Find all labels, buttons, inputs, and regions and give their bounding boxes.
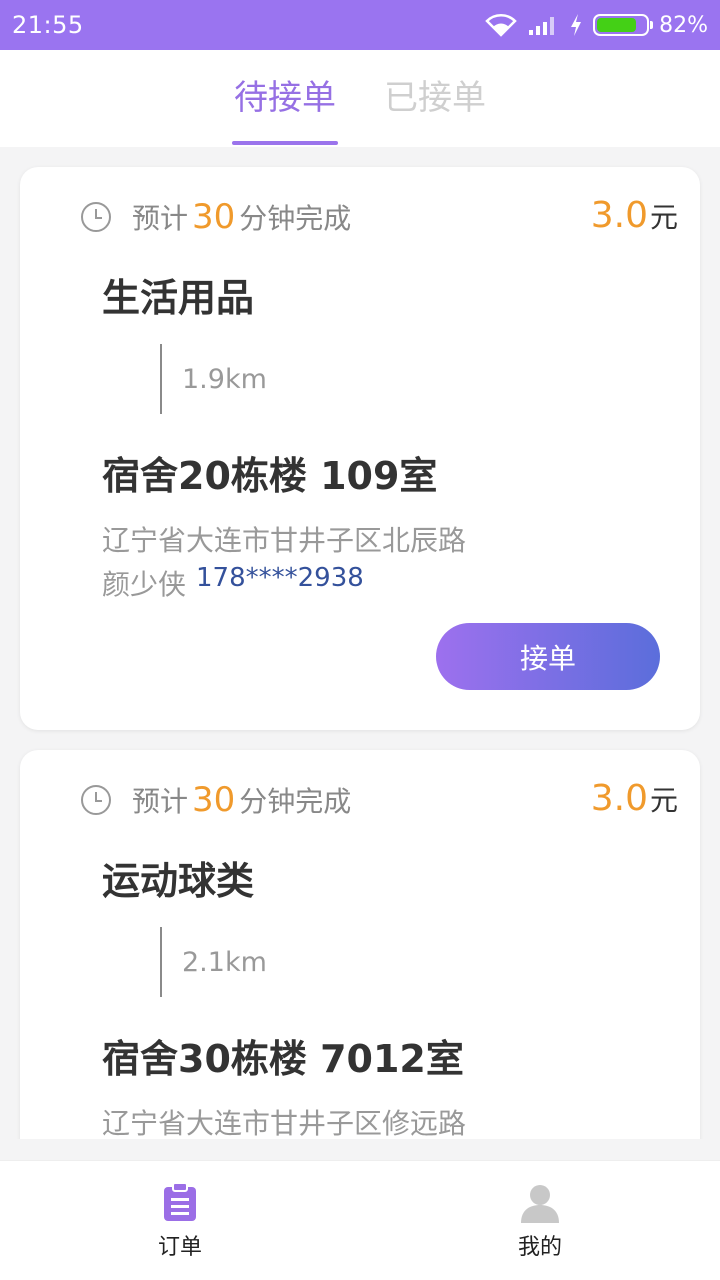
order-list[interactable]: 预计 30 分钟完成 3.0 元 生活用品 1.9km 宿舍20栋楼 109室 … <box>0 147 720 1139</box>
order-address: 辽宁省大连市甘井子区修远路 <box>102 1107 467 1139</box>
status-time: 21:55 <box>12 11 84 39</box>
status-icons: 82% <box>485 13 708 38</box>
order-tabs: 待接单 已接单 <box>0 50 720 147</box>
wifi-icon <box>485 14 517 37</box>
distance-value: 1.9km <box>182 363 267 395</box>
price-amount: 3.0 <box>590 778 648 819</box>
tab-accepted[interactable]: 已接单 <box>382 50 488 147</box>
order-title: 运动球类 <box>102 859 255 903</box>
order-destination: 宿舍30栋楼 7012室 <box>102 1037 464 1081</box>
contact-name: 颜少侠 <box>102 568 187 601</box>
battery-fill <box>597 18 637 32</box>
order-address: 辽宁省大连市甘井子区北辰路 <box>102 524 467 557</box>
price-unit: 元 <box>649 784 678 817</box>
nav-orders[interactable]: 订单 <box>0 1161 360 1280</box>
order-title: 生活用品 <box>102 276 255 320</box>
tab-pending[interactable]: 待接单 <box>232 50 338 147</box>
order-contact: 颜少侠 178****2938 <box>102 563 364 603</box>
eta-prefix: 预计 <box>132 202 189 235</box>
price-unit: 元 <box>649 201 678 234</box>
order-price: 3.0 元 <box>591 195 678 236</box>
eta-row: 预计 30 分钟完成 <box>80 197 351 237</box>
charging-icon <box>571 14 582 36</box>
eta-minutes: 30 <box>192 780 236 820</box>
order-price: 3.0 元 <box>591 778 678 819</box>
eta-prefix: 预计 <box>132 785 189 818</box>
clipboard-icon <box>164 1182 196 1221</box>
eta-row: 预计 30 分钟完成 <box>80 780 351 820</box>
person-icon <box>521 1185 559 1223</box>
signal-icon <box>529 17 555 35</box>
distance: 2.1km <box>160 927 267 997</box>
battery-percent: 82% <box>659 12 708 38</box>
distance: 1.9km <box>160 344 267 414</box>
order-card[interactable]: 预计 30 分钟完成 3.0 元 生活用品 1.9km 宿舍20栋楼 109室 … <box>20 167 700 730</box>
clock-icon <box>81 202 111 232</box>
status-bar: 21:55 82% <box>0 0 720 50</box>
nav-orders-label: 订单 <box>157 1235 202 1260</box>
accept-order-button[interactable]: 接单 <box>436 623 660 690</box>
eta-suffix: 分钟完成 <box>239 785 352 818</box>
order-card[interactable]: 预计 30 分钟完成 3.0 元 运动球类 2.1km 宿舍30栋楼 7012室… <box>20 750 700 1139</box>
nav-profile[interactable]: 我的 <box>360 1161 720 1280</box>
battery-indicator <box>593 14 654 36</box>
contact-phone[interactable]: 178****2938 <box>196 563 364 603</box>
nav-profile-label: 我的 <box>517 1235 562 1260</box>
clock-icon <box>81 785 111 815</box>
distance-value: 2.1km <box>182 946 267 978</box>
price-amount: 3.0 <box>590 195 648 236</box>
order-destination: 宿舍20栋楼 109室 <box>102 454 438 498</box>
bottom-nav: 订单 我的 <box>0 1160 720 1280</box>
eta-minutes: 30 <box>192 197 236 237</box>
eta-suffix: 分钟完成 <box>239 202 352 235</box>
